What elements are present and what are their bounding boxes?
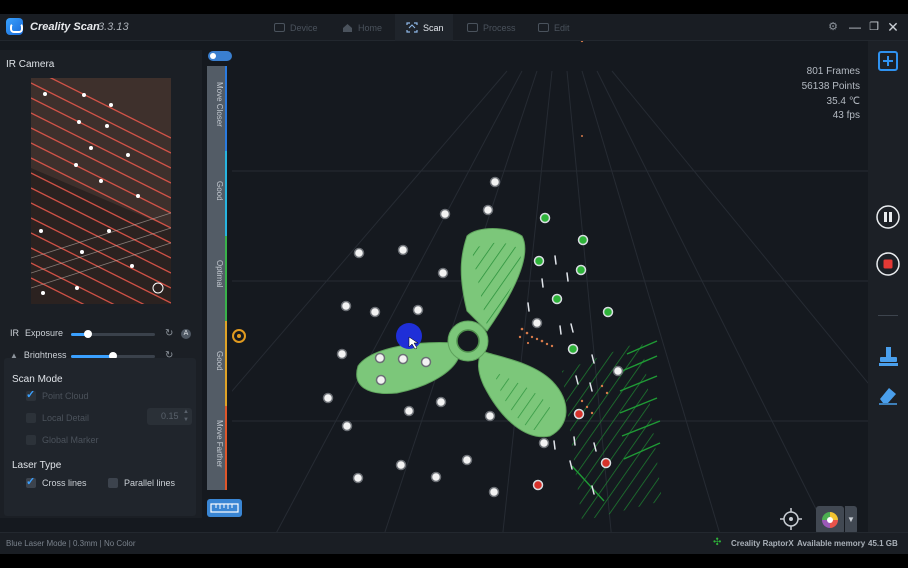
brush-tool-button[interactable] [875, 344, 901, 370]
color-mode-button[interactable] [816, 506, 844, 534]
points-count: 56138 Points [801, 81, 860, 92]
distance-label: Move Farther [215, 420, 224, 468]
distance-label: Good [215, 181, 224, 201]
checkbox-box [26, 413, 36, 423]
home-icon [343, 23, 352, 32]
distance-segment-good-near: Good [207, 151, 227, 236]
checkbox-label: Parallel lines [124, 478, 176, 488]
status-bar: Blue Laser Mode | 0.3mm | No Color ✣ Cre… [0, 532, 908, 554]
tab-device[interactable]: Device [270, 14, 326, 41]
stop-icon [876, 252, 900, 276]
exposure-slider[interactable] [71, 330, 155, 338]
scan-mode-status: Blue Laser Mode | 0.3mm | No Color [6, 539, 136, 548]
pause-icon [876, 205, 900, 229]
view-toggle-switch[interactable] [208, 51, 232, 61]
app-name: Creality Scan [30, 21, 100, 33]
device-connected-icon: ✣ [713, 537, 722, 548]
recenter-crosshair-button[interactable] [780, 508, 802, 530]
scan-settings-box: Scan Mode Point Cloud Local Detail 0.15 … [4, 358, 196, 516]
local-detail-value: 0.15 [161, 411, 179, 421]
minimize-button[interactable]: — [848, 20, 862, 34]
eraser-icon [879, 388, 897, 405]
exposure-label: Exposure [25, 328, 64, 338]
memory-value: 45.1 GB [868, 539, 898, 548]
scan-3d-scene [232, 41, 868, 541]
checkbox-box [26, 388, 36, 401]
app-window: Creality Scan 3.3.13 Device Home Scan Pr… [0, 14, 908, 554]
distance-label: Optimal [215, 260, 224, 288]
parallel-lines-checkbox[interactable]: Parallel lines [108, 478, 175, 488]
color-wheel-icon [822, 512, 838, 528]
edit-icon [538, 23, 549, 32]
tab-label: Process [483, 22, 516, 33]
cross-lines-checkbox[interactable]: Cross lines [26, 475, 87, 488]
tab-home[interactable]: Home [338, 14, 390, 41]
close-button[interactable]: ✕ [886, 20, 900, 34]
new-scan-button[interactable] [875, 48, 901, 74]
temperature-readout: 35.4 ℃ [826, 96, 860, 107]
add-icon [878, 51, 898, 71]
checkbox-label: Local Detail [42, 413, 90, 423]
stop-button[interactable] [875, 251, 901, 277]
tab-edit[interactable]: Edit [536, 14, 586, 41]
ir-camera-image [31, 78, 171, 304]
pause-button[interactable] [875, 204, 901, 230]
checkbox-label: Cross lines [42, 478, 87, 488]
checkbox-box [108, 478, 118, 488]
exposure-reset-icon[interactable]: ↻ [165, 328, 173, 339]
global-marker-checkbox[interactable]: Global Marker [26, 435, 99, 445]
distance-indicator: Move Closer Good Optimal Good Move Farth… [207, 66, 229, 490]
device-icon [274, 23, 285, 32]
distance-label: Move Closer [215, 82, 224, 127]
local-detail-checkbox[interactable]: Local Detail [26, 413, 89, 423]
ir-prefix: IR [10, 328, 19, 338]
right-toolbar [868, 41, 908, 541]
crosshair-icon [780, 508, 802, 530]
distance-segment-optimal: Optimal [207, 236, 227, 321]
tab-scan[interactable]: Scan [395, 14, 453, 41]
fps-readout: 43 fps [832, 110, 860, 121]
color-mode-dropdown-chevron-icon[interactable]: ▼ [845, 506, 857, 534]
exposure-slider-handle[interactable] [84, 330, 92, 338]
distance-segment-move-farther: Move Farther [207, 406, 227, 490]
app-version: 3.3.13 [98, 21, 129, 33]
auto-exposure-button[interactable]: A [181, 329, 191, 339]
point-cloud-checkbox[interactable]: Point Cloud [26, 388, 89, 401]
local-detail-value-input[interactable]: 0.15 ▲ ▼ [147, 408, 192, 425]
toolbar-divider [878, 315, 898, 316]
checkbox-label: Global Marker [42, 435, 99, 445]
settings-gear-icon[interactable]: ⚙ [826, 20, 840, 34]
scan-mode-title: Scan Mode [12, 374, 63, 385]
checkbox-label: Point Cloud [42, 391, 89, 401]
distance-segment-move-closer: Move Closer [207, 66, 227, 151]
app-logo-icon [6, 18, 23, 35]
eraser-tool-button[interactable] [875, 382, 901, 408]
tab-label: Device [290, 22, 318, 33]
memory-label: Available memory [797, 539, 866, 548]
frames-count: 801 Frames [806, 66, 860, 77]
scan-viewport[interactable]: 801 Frames 56138 Points 35.4 ℃ 43 fps ▼ [232, 41, 868, 541]
scan-icon [406, 22, 418, 33]
distance-segment-good-far: Good [207, 321, 227, 406]
stepper-arrows-icon[interactable]: ▲ ▼ [183, 408, 189, 424]
tab-label: Edit [554, 22, 570, 33]
left-panel: IR Camera IR Exposure ↻ A ▲ Brightness ↻… [0, 50, 202, 518]
exposure-row: IR Exposure [10, 326, 63, 340]
ir-camera-title: IR Camera [6, 59, 55, 70]
checkbox-box [26, 475, 36, 488]
tab-process[interactable]: Process [465, 14, 525, 41]
restore-button[interactable]: ❐ [867, 20, 881, 34]
process-icon [467, 23, 478, 32]
brush-icon [879, 347, 898, 366]
title-bar: Creality Scan 3.3.13 Device Home Scan Pr… [0, 14, 908, 41]
checkbox-box [26, 435, 36, 445]
device-name: Creality RaptorX [731, 539, 794, 548]
tab-label: Home [358, 22, 383, 33]
laser-type-title: Laser Type [12, 460, 62, 471]
tab-label: Scan [423, 22, 444, 33]
distance-label: Good [215, 351, 224, 371]
ir-camera-preview [31, 78, 171, 304]
